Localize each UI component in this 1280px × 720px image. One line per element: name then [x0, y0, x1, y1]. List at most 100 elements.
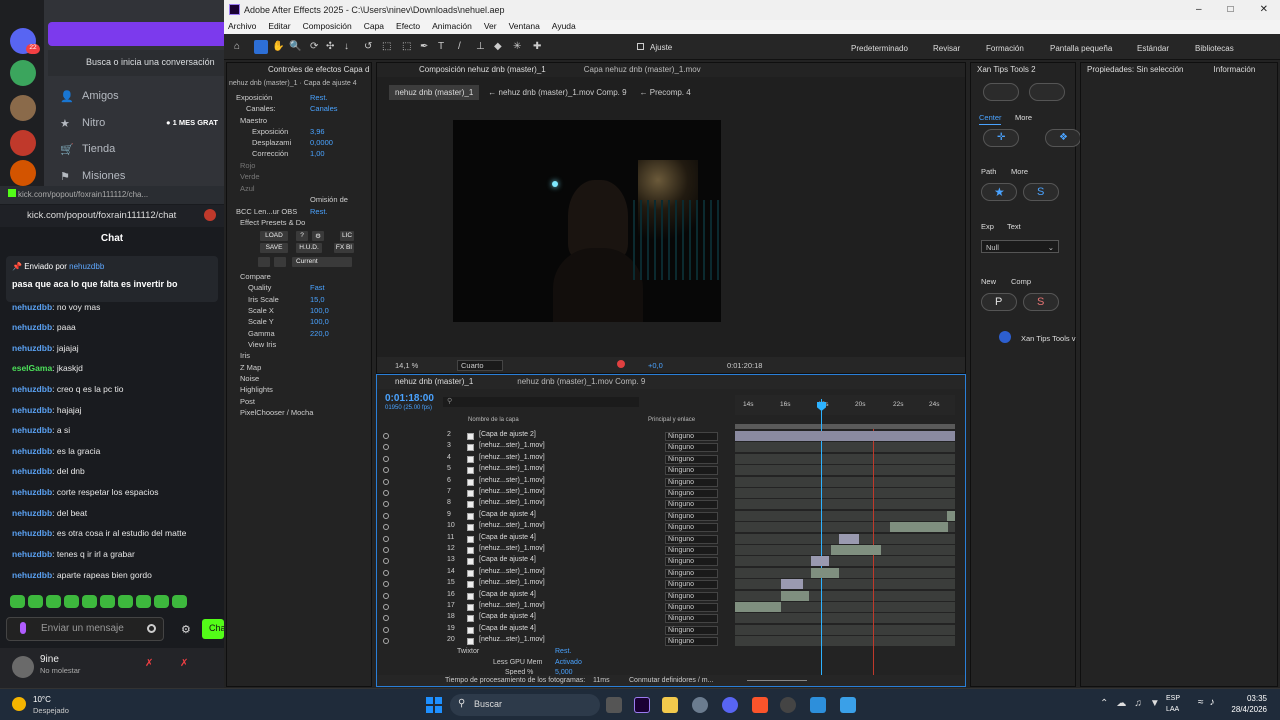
- eye-icon[interactable]: [383, 626, 389, 633]
- layer-name[interactable]: [nehuz...ster)_1.mov]: [479, 568, 545, 575]
- eraser-tool-icon[interactable]: ◆: [494, 41, 502, 52]
- menu-item[interactable]: Capa: [364, 21, 384, 34]
- parent-select[interactable]: Ninguno: [665, 546, 718, 555]
- parent-select[interactable]: Ninguno: [665, 477, 718, 487]
- layer-row[interactable]: 17 [nehuz...ster)_1.mov] Ninguno: [377, 602, 959, 613]
- layer-name[interactable]: [nehuz...ster)_1.mov]: [479, 579, 545, 586]
- chat-username[interactable]: nehuzdbb: [12, 508, 52, 518]
- effect-row[interactable]: Effect Presets & Do: [240, 218, 305, 227]
- layer-search-input[interactable]: ⚲: [443, 397, 639, 407]
- s-button[interactable]: S: [1023, 293, 1059, 311]
- chat-username[interactable]: nehuzdbb: [12, 384, 52, 394]
- menu-item[interactable]: Editar: [268, 21, 290, 34]
- parent-select[interactable]: Ninguno: [665, 591, 718, 601]
- preset-button[interactable]: LIC: [340, 231, 354, 241]
- window-controls[interactable]: –□✕: [1196, 4, 1280, 15]
- layer-name[interactable]: [nehuz...ster)_1.mov]: [479, 477, 545, 484]
- preset-button[interactable]: LOAD: [260, 231, 288, 241]
- center-anchor-button[interactable]: ✛: [983, 129, 1019, 147]
- pen-tool-icon[interactable]: ✒: [420, 41, 428, 52]
- text-tool-icon[interactable]: T: [438, 41, 444, 52]
- layer-name[interactable]: [Capa de ajuste 4]: [479, 556, 536, 563]
- layer-name[interactable]: [nehuz...ster)_1.mov]: [479, 545, 545, 552]
- tab-comp[interactable]: Comp: [1011, 277, 1031, 286]
- app-icon[interactable]: [840, 697, 856, 713]
- workspace-tab[interactable]: Revisar: [933, 44, 960, 53]
- layer-name[interactable]: [nehuz...ster)_1.mov]: [479, 454, 545, 461]
- effect-controls-tab[interactable]: Controles de efectos Capa d: [227, 63, 371, 77]
- time-ruler[interactable]: 14s16s18s20s22s24s: [735, 395, 955, 415]
- toggle-switches-button[interactable]: Conmutar definidores / m...: [629, 677, 713, 684]
- server-icon[interactable]: [10, 130, 36, 156]
- current-preset-field[interactable]: Current: [292, 257, 352, 267]
- effect-value[interactable]: Rest.: [310, 93, 328, 102]
- layer-row[interactable]: 5 [nehuz...ster)_1.mov] Ninguno: [377, 465, 959, 476]
- chat-username[interactable]: nehuzdbb: [12, 570, 52, 580]
- eye-icon[interactable]: [383, 524, 389, 531]
- preset-button[interactable]: ⚙: [312, 231, 324, 241]
- effect-row[interactable]: Z Map: [240, 363, 261, 372]
- server-icon[interactable]: [10, 95, 36, 121]
- dolly-tool-icon[interactable]: ↓: [344, 41, 349, 52]
- home-icon[interactable]: ⌂: [234, 41, 240, 52]
- eye-icon[interactable]: [383, 581, 389, 588]
- composition-tab[interactable]: Composición nehuz dnb (master)_1 Capa neh…: [377, 63, 965, 77]
- effect-row[interactable]: Desplazami 0,0000: [252, 138, 333, 147]
- search-input[interactable]: Busca o inicia una conversación: [48, 50, 224, 76]
- layer-name[interactable]: [Capa de ajuste 4]: [479, 534, 536, 541]
- layer-clip[interactable]: [735, 431, 955, 441]
- eye-icon[interactable]: [383, 467, 389, 474]
- breadcrumb-item[interactable]: ← nehuz dnb (master)_1.mov Comp. 9: [484, 85, 630, 100]
- layer-row[interactable]: 9 [Capa de ajuste 4] Ninguno: [377, 510, 959, 522]
- xantips-tab[interactable]: Xan Tips Tools 2: [971, 63, 1075, 77]
- chat-username[interactable]: eselGama: [12, 363, 52, 373]
- discord-taskbar-icon[interactable]: [722, 697, 738, 713]
- effect-reset[interactable]: Rest.: [555, 648, 571, 655]
- effect-value[interactable]: Fast: [310, 283, 325, 292]
- chat-username[interactable]: nehuzdbb: [12, 425, 52, 435]
- workspace-tab[interactable]: Bibliotecas: [1195, 44, 1234, 53]
- eye-icon[interactable]: [383, 615, 389, 622]
- parent-select[interactable]: Ninguno: [665, 443, 718, 453]
- layer-name[interactable]: [Capa de ajuste 4]: [479, 625, 536, 632]
- tab-more-2[interactable]: More: [1011, 167, 1028, 176]
- effect-row[interactable]: Scale Y 100,0: [248, 317, 329, 326]
- effect-row[interactable]: Iris Scale 15,0: [248, 295, 325, 304]
- weather-temp[interactable]: 10°C: [33, 695, 51, 704]
- properties-tab[interactable]: Propiedades: Sin selección Información: [1081, 63, 1277, 77]
- viewer-timecode[interactable]: 0:01:20:18: [727, 361, 762, 370]
- parent-select[interactable]: Ninguno: [665, 625, 718, 635]
- effect-row[interactable]: Scale X 100,0: [248, 306, 329, 315]
- lang-1[interactable]: ESP: [1166, 695, 1180, 702]
- null-select[interactable]: Null ⌄: [981, 240, 1059, 253]
- zoom-select[interactable]: 14,1 %: [395, 361, 418, 370]
- parent-select[interactable]: Ninguno: [665, 466, 718, 476]
- roto-tool-icon[interactable]: ✳: [513, 41, 521, 52]
- layer-clip[interactable]: [890, 522, 948, 533]
- server-icon[interactable]: [10, 160, 36, 186]
- menu-item[interactable]: Animación: [432, 21, 472, 34]
- p-button[interactable]: P: [981, 293, 1017, 311]
- effect-row[interactable]: Verde: [240, 172, 260, 181]
- effect-row[interactable]: View Iris: [248, 340, 276, 349]
- settings-app-icon[interactable]: [692, 697, 708, 713]
- layer-name[interactable]: [nehuz...ster)_1.mov]: [479, 465, 545, 472]
- eye-icon[interactable]: [383, 478, 389, 485]
- chat-username[interactable]: nehuzdbb: [12, 549, 52, 559]
- layer-name[interactable]: [Capa de ajuste 4]: [479, 591, 536, 598]
- eye-icon[interactable]: [383, 433, 389, 439]
- effect-row[interactable]: Canales: Canales: [246, 104, 338, 113]
- eye-icon[interactable]: [383, 592, 389, 599]
- property-value[interactable]: Activado: [555, 659, 582, 666]
- tab-center[interactable]: Center: [979, 113, 1002, 122]
- clone-tool-icon[interactable]: ⊥: [476, 41, 485, 52]
- eye-icon[interactable]: [383, 547, 389, 553]
- effect-value[interactable]: 0,0000: [310, 138, 333, 147]
- preset-button[interactable]: FX BI: [334, 243, 354, 253]
- eye-icon[interactable]: [383, 569, 389, 576]
- preset-button[interactable]: H.U.D.: [296, 243, 322, 253]
- color-icon[interactable]: [617, 360, 625, 368]
- weather-icon[interactable]: [12, 697, 26, 711]
- layer-clip[interactable]: [811, 567, 839, 578]
- effect-row[interactable]: Exposición 3,96: [252, 127, 325, 136]
